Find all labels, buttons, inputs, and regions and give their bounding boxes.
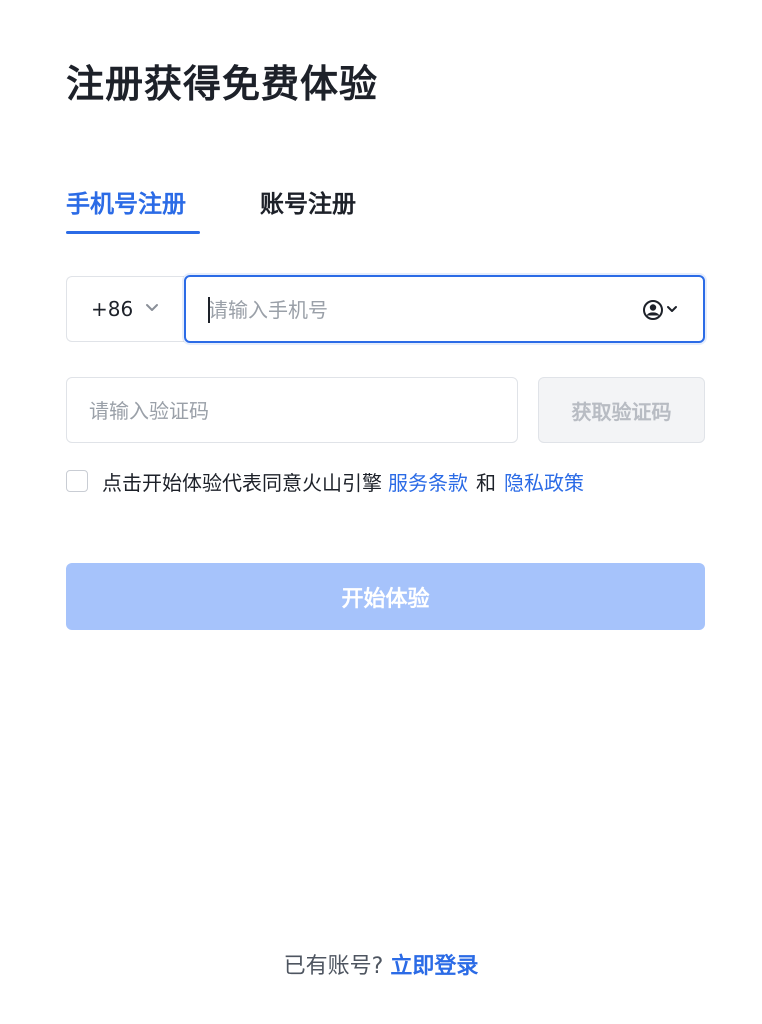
privacy-policy-link[interactable]: 隐私政策 <box>504 467 584 496</box>
chevron-down-icon <box>146 304 158 311</box>
agreement-text: 点击开始体验代表同意火山引擎 <box>102 470 382 495</box>
signup-page: 注册获得免费体验 手机号注册 账号注册 +86 获取验证码 点击开始体验代表同意… <box>0 0 762 1024</box>
verification-code-field <box>66 377 518 443</box>
verification-code-input[interactable] <box>87 392 491 430</box>
page-title: 注册获得免费体验 <box>66 62 379 106</box>
login-link[interactable]: 立即登录 <box>390 954 478 979</box>
agreement-and-text: 和 <box>476 470 496 495</box>
tab-account-register[interactable]: 账号注册 <box>260 184 356 224</box>
start-trial-button[interactable]: 开始体验 <box>66 563 705 630</box>
active-tab-indicator <box>66 231 200 234</box>
agreement-row: 点击开始体验代表同意火山引擎 服务条款 和 隐私政策 <box>66 466 590 496</box>
agreement-checkbox[interactable] <box>66 470 88 492</box>
contact-picker-icon[interactable] <box>642 299 682 321</box>
login-prompt: 已有账号? 立即登录 <box>0 950 762 984</box>
phone-input[interactable] <box>206 291 630 329</box>
text-cursor <box>208 297 210 323</box>
have-account-text: 已有账号? <box>283 954 384 979</box>
get-code-button[interactable]: 获取验证码 <box>538 377 705 443</box>
terms-of-service-link[interactable]: 服务条款 <box>388 467 468 496</box>
tab-phone-register[interactable]: 手机号注册 <box>66 184 186 224</box>
country-code-value: +86 <box>91 297 134 321</box>
phone-field <box>184 275 705 343</box>
country-code-select[interactable]: +86 <box>66 276 184 342</box>
